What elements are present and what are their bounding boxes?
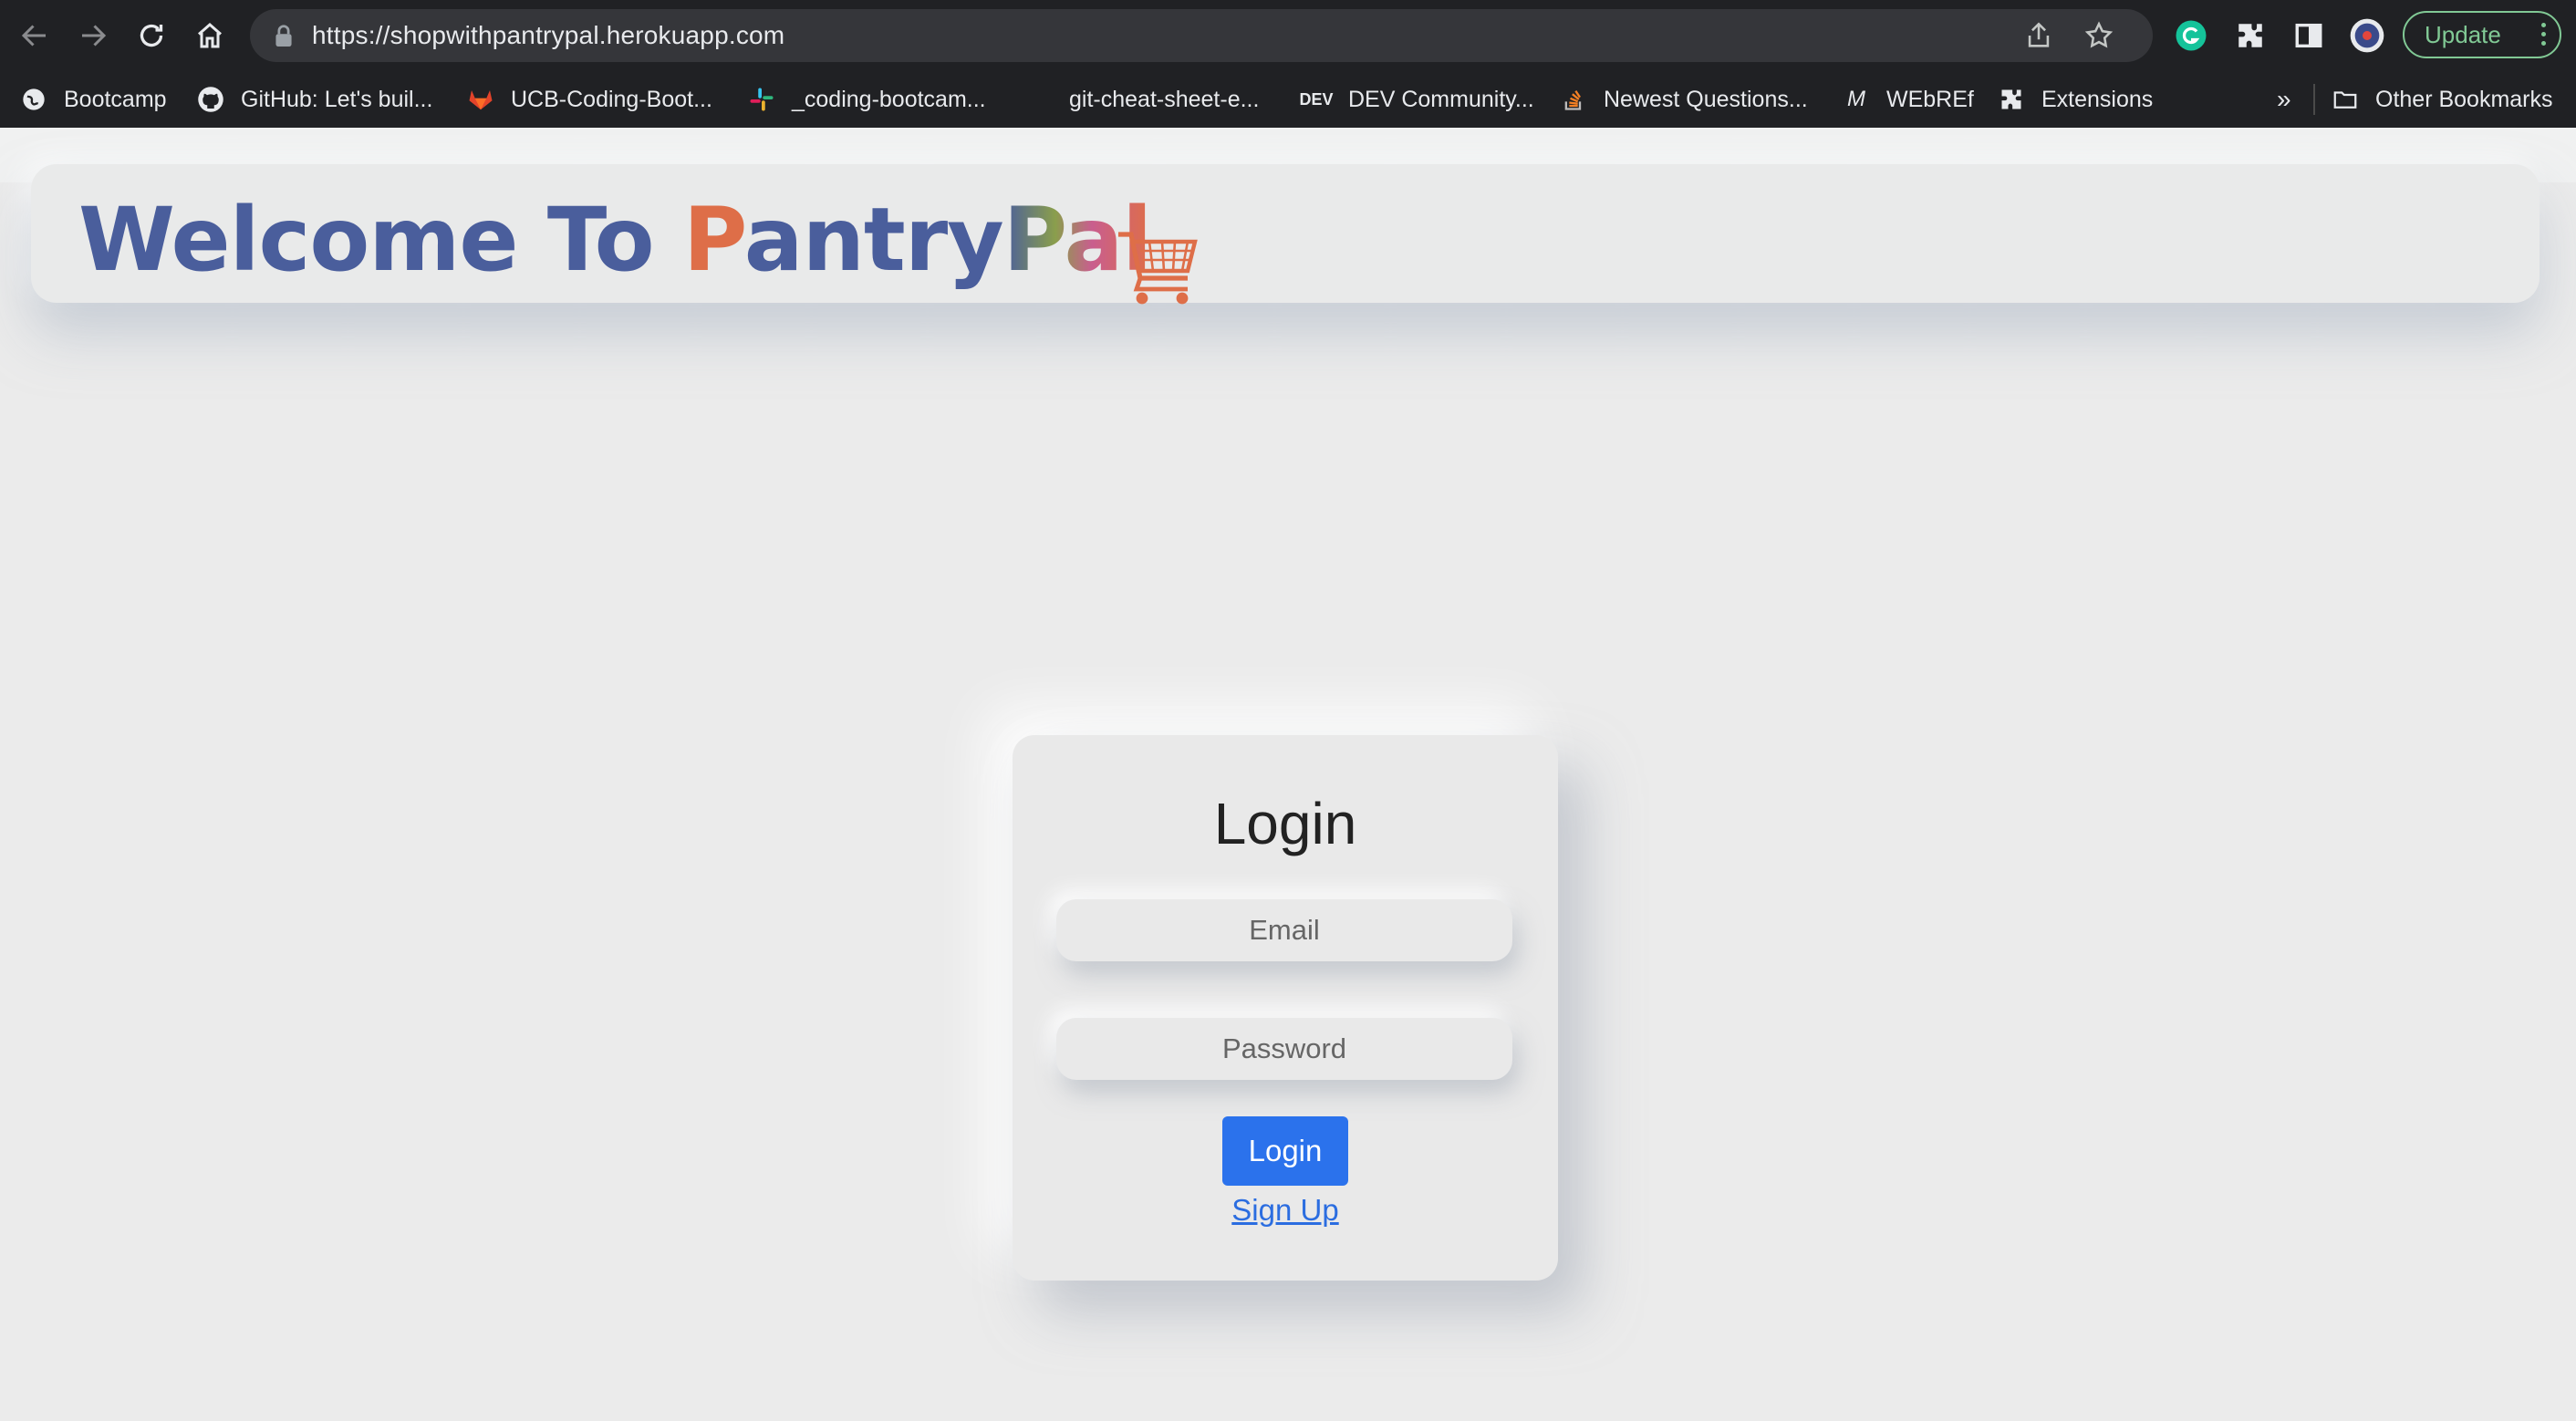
password-field[interactable] bbox=[1056, 1018, 1512, 1080]
url-text[interactable]: https://shopwithpantrypal.herokuapp.com bbox=[312, 9, 784, 62]
grammarly-icon[interactable] bbox=[2172, 16, 2210, 55]
bookmark-label: Other Bookmarks bbox=[2375, 86, 2553, 112]
shopping-cart-icon bbox=[1118, 232, 1198, 305]
login-form: Login Login Sign Up bbox=[1013, 735, 1558, 1281]
back-arrow-icon bbox=[21, 25, 46, 47]
bookmark-label: WEbREf bbox=[1886, 86, 1974, 112]
extensions-puzzle-icon[interactable] bbox=[2231, 16, 2270, 55]
title-brand-p: P bbox=[683, 189, 745, 291]
gitlab-icon bbox=[467, 86, 494, 113]
bookmark-star-icon[interactable] bbox=[2083, 20, 2114, 51]
bookmark-dev-community[interactable]: DEV DEV Community... bbox=[1299, 71, 1534, 128]
back-button[interactable] bbox=[12, 13, 57, 58]
page-content: Welcome To PantryPal Login Login Sign Up bbox=[0, 128, 2576, 1421]
bookmark-webref[interactable]: M WEbREf bbox=[1843, 71, 1974, 128]
bookmark-label: UCB-Coding-Boot... bbox=[511, 86, 712, 112]
bookmark-extensions[interactable]: Extensions bbox=[1998, 71, 2153, 128]
bookmark-label: DEV Community... bbox=[1348, 86, 1534, 112]
share-icon[interactable] bbox=[2023, 20, 2054, 51]
update-button[interactable]: Update bbox=[2403, 11, 2561, 58]
profile-avatar-icon[interactable] bbox=[2348, 16, 2386, 55]
bookmark-bootcamp[interactable]: Bootcamp bbox=[20, 71, 167, 128]
home-button[interactable] bbox=[187, 13, 233, 58]
update-label: Update bbox=[2425, 21, 2501, 48]
page-title: Welcome To PantryPal bbox=[78, 189, 1152, 291]
bookmark-other-bookmarks[interactable]: Other Bookmarks bbox=[2332, 71, 2553, 128]
bookmark-newest-questions[interactable]: Newest Questions... bbox=[1560, 71, 1808, 128]
reload-button[interactable] bbox=[129, 13, 174, 58]
bookmark-github[interactable]: GitHub: Let's buil... bbox=[197, 71, 432, 128]
bookmark-label: _coding-bootcam... bbox=[792, 86, 986, 112]
address-bar[interactable]: https://shopwithpantrypal.herokuapp.com bbox=[250, 9, 2153, 62]
browser-toolbar: https://shopwithpantrypal.herokuapp.com … bbox=[0, 0, 2576, 71]
email-field[interactable] bbox=[1056, 899, 1512, 961]
login-button[interactable]: Login bbox=[1222, 1116, 1348, 1186]
puzzle-icon bbox=[1998, 86, 2025, 113]
bookmark-label: Extensions bbox=[2041, 86, 2154, 112]
site-header: Welcome To PantryPal bbox=[31, 164, 2540, 305]
bookmarks-overflow-chevron-icon[interactable]: » bbox=[2277, 71, 2291, 128]
more-menu-icon bbox=[2541, 23, 2547, 50]
lock-icon bbox=[275, 25, 292, 47]
slack-icon bbox=[748, 86, 775, 113]
bookmark-label: git-cheat-sheet-e... bbox=[1069, 86, 1260, 112]
github-icon bbox=[197, 86, 224, 113]
stackoverflow-icon bbox=[1560, 86, 1587, 113]
sign-up-link[interactable]: Sign Up bbox=[1013, 1193, 1558, 1228]
bookmark-ucb[interactable]: UCB-Coding-Boot... bbox=[467, 71, 712, 128]
title-welcome-text: Welcome To bbox=[78, 189, 684, 291]
reload-icon bbox=[140, 24, 163, 47]
bookmark-label: GitHub: Let's buil... bbox=[241, 86, 433, 112]
dev-icon: DEV bbox=[1299, 89, 1334, 109]
bookmark-coding-bootcamp[interactable]: _coding-bootcam... bbox=[748, 71, 986, 128]
bookmarks-bar: Bootcamp GitHub: Let's buil... UCB-Codin… bbox=[0, 71, 2576, 130]
side-panel-icon[interactable] bbox=[2290, 16, 2328, 55]
bookmark-git-cheat-sheet[interactable]: git-cheat-sheet-e... bbox=[1069, 71, 1259, 128]
globe-icon bbox=[20, 86, 47, 113]
bookmark-label: Newest Questions... bbox=[1604, 86, 1808, 112]
bookmark-label: Bootcamp bbox=[64, 86, 167, 112]
title-brand-antry: antry bbox=[743, 189, 1004, 291]
forward-arrow-icon bbox=[82, 25, 107, 47]
folder-icon bbox=[2332, 86, 2359, 113]
home-icon bbox=[198, 23, 222, 48]
login-title: Login bbox=[1213, 791, 1357, 856]
bookmarks-divider bbox=[2313, 84, 2315, 115]
forward-button[interactable] bbox=[70, 13, 116, 58]
medium-icon: M bbox=[1847, 87, 1865, 111]
